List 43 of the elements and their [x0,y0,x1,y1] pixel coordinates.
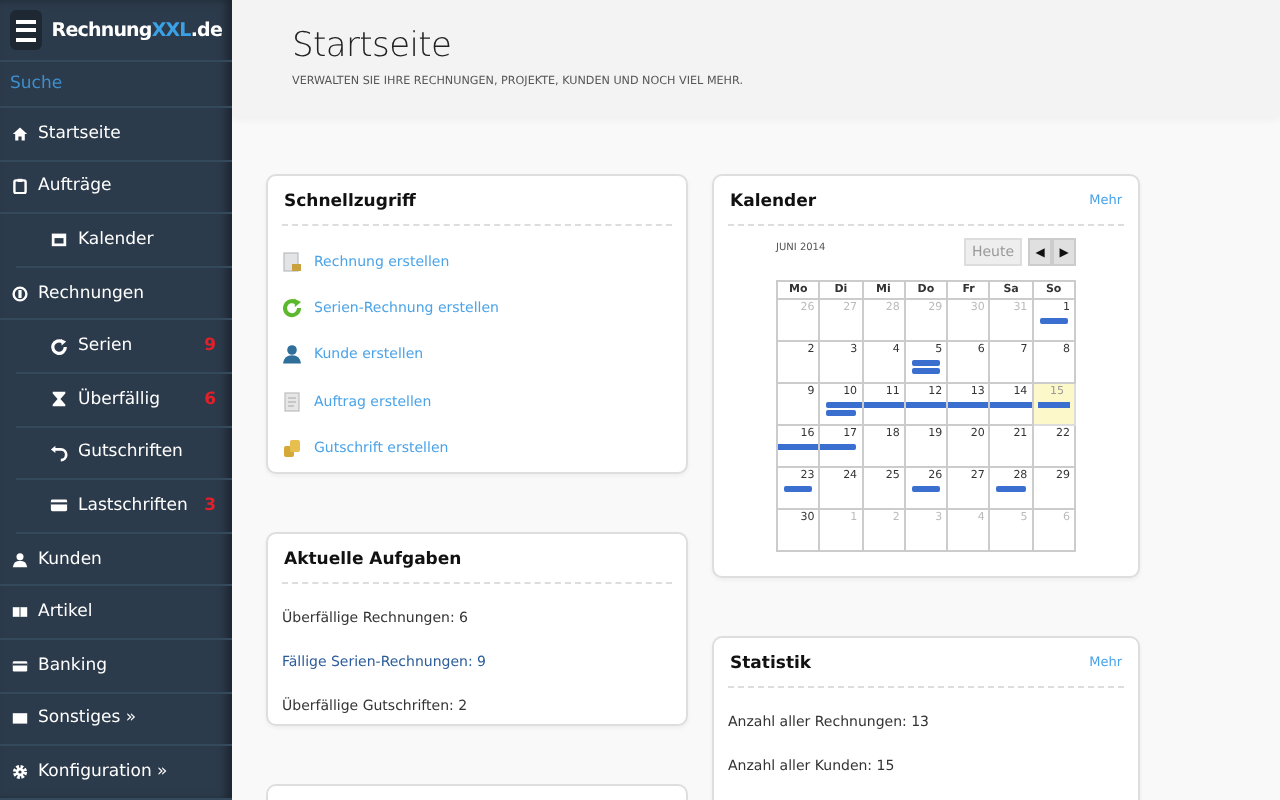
panel-icon [12,710,28,727]
event-bar[interactable] [988,402,1034,408]
refresh-icon [282,297,302,318]
event-bar[interactable] [1039,318,1068,324]
invoice-icon [282,251,302,272]
count-label: 3 [204,495,216,516]
event-bar[interactable] [1037,402,1070,408]
event-bar[interactable] [911,486,941,492]
home-icon [12,125,28,142]
event-bar[interactable] [903,402,949,408]
book-icon [12,604,28,621]
event-bar[interactable] [784,486,813,492]
card-icon [50,496,68,515]
calendar-icon [50,230,68,249]
hourglass-icon [50,390,68,409]
settings-icon [12,763,28,780]
event-bar[interactable] [776,444,821,450]
event-bar[interactable] [861,402,906,408]
undo-arrow-icon [50,443,68,462]
user-icon [12,551,28,568]
event-bar[interactable] [946,402,991,408]
card-icon [12,657,28,674]
event-bar[interactable] [911,360,941,366]
event-bar[interactable] [996,486,1026,492]
card-title: Schnellzugriff [284,192,416,212]
menu-button[interactable] [10,10,42,50]
count-label: 6 [204,389,216,410]
page-title: Startseite [292,26,454,66]
event-bar[interactable] [826,402,864,408]
event-bar[interactable] [911,368,941,374]
brand-logo[interactable]: RechnungXXL.de [51,19,222,41]
count-label: 9 [204,336,216,357]
refresh-icon [50,337,68,356]
coins-icon [282,437,302,458]
card-title: Statistik [730,654,812,674]
card-title: Aktuelle Aufgaben [284,550,462,570]
event-bar[interactable] [826,410,856,416]
coin-icon [12,285,28,302]
clipboard-icon [12,178,28,195]
card-title: Kalender [730,192,817,212]
event-bar[interactable] [818,444,856,450]
user-icon [282,344,302,365]
document-icon [282,391,302,412]
